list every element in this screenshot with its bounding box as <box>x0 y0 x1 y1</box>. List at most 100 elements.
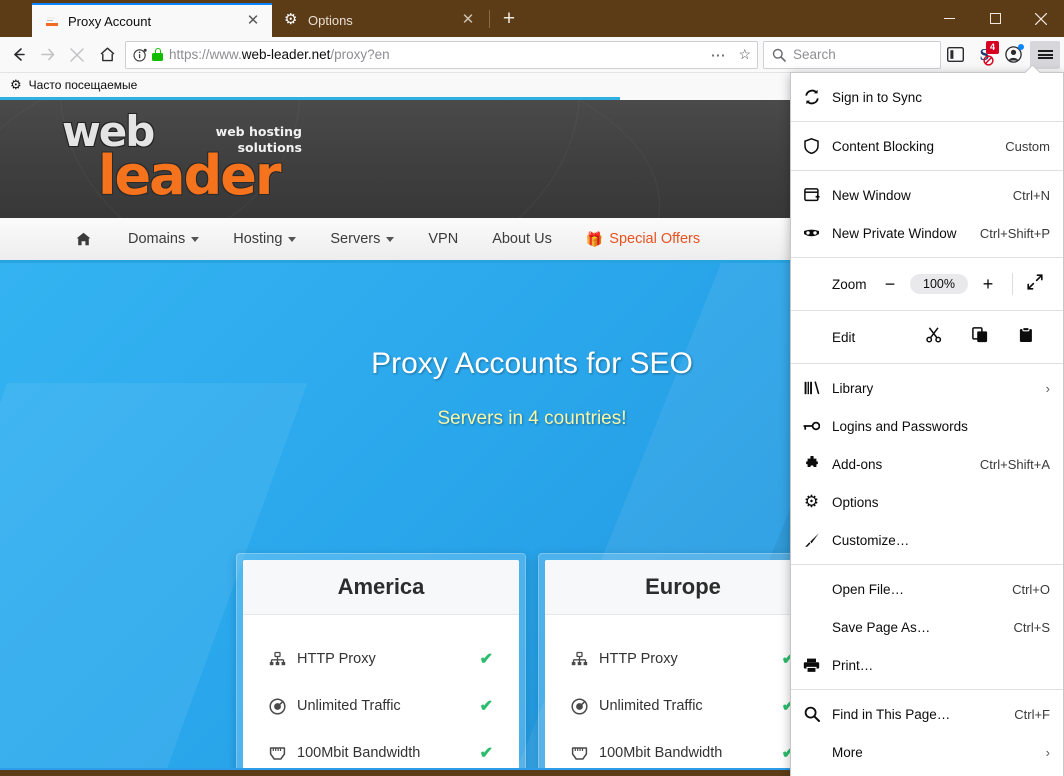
menu-item-web-developer[interactable]: Web Developer › <box>791 771 1063 776</box>
navigation-toolbar: https://www.web-leader.net/proxy?en ⋯ ☆ … <box>0 37 1064 73</box>
chevron-right-icon: › <box>1045 380 1050 396</box>
menu-label: Customize… <box>832 532 910 548</box>
zoom-in-button[interactable]: + <box>968 274 1008 295</box>
brush-icon <box>803 532 820 549</box>
menu-item-options[interactable]: ⚙ Options <box>791 483 1063 521</box>
gift-icon: 🎁 <box>585 230 604 247</box>
fullscreen-icon[interactable] <box>1017 274 1053 294</box>
tab-close-button[interactable]: ✕ <box>244 12 262 30</box>
chevron-down-icon <box>191 236 200 242</box>
printer-icon <box>803 657 820 674</box>
app-menu-panel: Sign in to Sync Content Blocking Custom … <box>790 72 1064 776</box>
close-window-button[interactable] <box>1018 0 1064 37</box>
menu-pointer <box>1025 65 1040 73</box>
check-icon: ✔ <box>479 745 493 762</box>
menu-item-open-file[interactable]: Open File… Ctrl+O <box>791 570 1063 608</box>
menu-item-more[interactable]: More › <box>791 733 1063 771</box>
tab-close-button[interactable]: ✕ <box>459 11 477 29</box>
url-host: web-leader.net <box>241 47 331 62</box>
nav-item-special-offers[interactable]: 🎁 Special Offers <box>569 218 717 260</box>
edit-label: Edit <box>832 329 856 345</box>
home-icon <box>76 232 91 246</box>
menu-item-new-private-window[interactable]: New Private Window Ctrl+Shift+P <box>791 214 1063 252</box>
menu-label: Print… <box>832 657 874 673</box>
speedometer-icon <box>571 697 588 715</box>
identity-box[interactable] <box>133 48 163 62</box>
tab-proxy-account[interactable]: Proxy Account ✕ <box>32 3 272 37</box>
menu-label: Library <box>832 380 874 396</box>
menu-separator <box>791 257 1063 258</box>
sidebar-icon[interactable] <box>941 41 970 69</box>
menu-separator <box>791 310 1063 311</box>
site-favicon <box>44 13 60 29</box>
zoom-level-value[interactable]: 100% <box>910 274 968 294</box>
menu-item-library[interactable]: Library › <box>791 369 1063 407</box>
nav-item-servers[interactable]: Servers <box>313 218 411 260</box>
feature-label: Unlimited Traffic <box>297 698 401 714</box>
maximize-button[interactable] <box>972 0 1018 37</box>
divider <box>1012 273 1013 295</box>
menu-item-save-page-as[interactable]: Save Page As… Ctrl+S <box>791 608 1063 646</box>
sync-icon <box>803 89 820 106</box>
pricing-card-america: America HTTP Proxy ✔ Unlimited Traffic ✔… <box>236 553 526 768</box>
account-icon[interactable] <box>999 41 1028 69</box>
menu-item-content-blocking[interactable]: Content Blocking Custom <box>791 127 1063 165</box>
plan-feature: Unlimited Traffic ✔ <box>571 688 795 735</box>
menu-item-print[interactable]: Print… <box>791 646 1063 684</box>
plan-feature: Unlimited Traffic ✔ <box>269 688 493 735</box>
nav-item-vpn[interactable]: VPN <box>411 218 475 260</box>
scissors-icon[interactable] <box>911 327 957 347</box>
gear-icon: ⚙ <box>284 11 298 28</box>
zoom-out-button[interactable]: − <box>870 274 910 295</box>
menu-edit-controls: Edit <box>791 316 1063 358</box>
feature-label: 100Mbit Bandwidth <box>599 745 723 761</box>
tab-title: Proxy Account <box>68 13 152 29</box>
tab-divider <box>489 10 490 28</box>
new-tab-button[interactable]: + <box>497 8 521 32</box>
check-icon: ✔ <box>479 698 493 715</box>
menu-separator <box>791 363 1063 364</box>
logo-tagline: web hosting solutions <box>192 124 302 156</box>
menu-item-sign-in-to-sync[interactable]: Sign in to Sync <box>791 78 1063 116</box>
logo-tagline-line2: solutions <box>237 140 302 155</box>
menu-separator <box>791 121 1063 122</box>
search-input[interactable]: Search <box>793 47 836 62</box>
menu-item-logins-and-passwords[interactable]: Logins and Passwords <box>791 407 1063 445</box>
menu-label: Add-ons <box>832 456 883 472</box>
nav-item-home[interactable] <box>62 218 111 260</box>
url-bar[interactable]: https://www.web-leader.net/proxy?en ⋯ ☆ <box>125 40 758 69</box>
page-actions-button[interactable]: ⋯ <box>706 46 730 64</box>
menu-item-customize[interactable]: Customize… <box>791 521 1063 559</box>
plan-feature: HTTP Proxy ✔ <box>571 641 795 688</box>
menu-item-new-window[interactable]: New Window Ctrl+N <box>791 176 1063 214</box>
search-icon <box>803 706 820 723</box>
menu-label: Logins and Passwords <box>832 418 968 434</box>
forward-button[interactable] <box>32 41 62 69</box>
blocker-extension-icon[interactable]: S 4 <box>970 40 999 69</box>
tab-options[interactable]: ⚙ Options ✕ <box>272 3 487 37</box>
nav-item-hosting[interactable]: Hosting <box>216 218 313 260</box>
menu-label: Content Blocking <box>832 138 935 154</box>
bookmarks-library-icon <box>803 380 820 397</box>
speedometer-icon <box>269 697 286 715</box>
nav-item-domains[interactable]: Domains <box>111 218 216 260</box>
stop-button[interactable] <box>62 41 92 69</box>
menu-label: Find in This Page… <box>832 706 951 722</box>
menu-shortcut: Ctrl+Shift+A <box>979 456 1050 472</box>
back-button[interactable] <box>4 41 32 69</box>
nav-item-about-us[interactable]: About Us <box>475 218 569 260</box>
paste-icon[interactable] <box>1003 327 1049 347</box>
search-icon <box>772 48 786 62</box>
menu-item-add-ons[interactable]: Add-ons Ctrl+Shift+A <box>791 445 1063 483</box>
copy-icon[interactable] <box>957 327 1003 347</box>
minimize-button[interactable] <box>926 0 972 37</box>
proxy-node-icon <box>269 651 286 668</box>
menu-item-find-in-this-page[interactable]: Find in This Page… Ctrl+F <box>791 695 1063 733</box>
search-bar[interactable]: Search <box>763 40 941 69</box>
home-button[interactable] <box>92 41 122 69</box>
menu-value: Custom <box>1005 138 1050 154</box>
url-text: https://www.web-leader.net/proxy?en <box>169 47 700 62</box>
bookmark-star-icon[interactable]: ☆ <box>736 46 751 63</box>
bookmark-frequently-visited[interactable]: Часто посещаемые <box>29 78 138 92</box>
info-icon <box>133 48 147 62</box>
